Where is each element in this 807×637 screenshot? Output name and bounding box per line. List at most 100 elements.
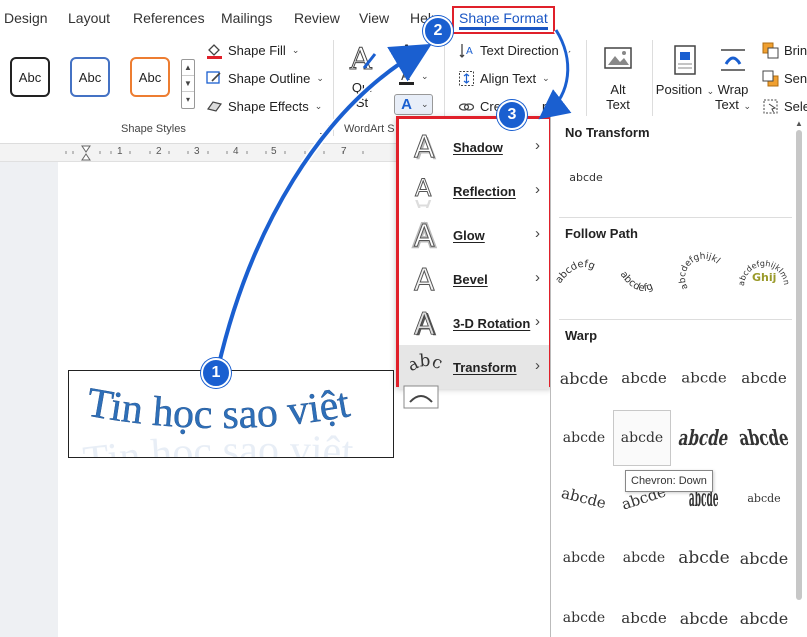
menu-item-reflection[interactable]: AA Reflection › <box>399 169 549 213</box>
text-fill-button[interactable]: A <box>398 40 415 57</box>
wrap-text-label-2: Text ⌄ <box>714 97 751 112</box>
chevron-down-icon: ⌄ <box>542 73 550 83</box>
quick-styles-button[interactable]: A Qui St <box>344 42 380 110</box>
tab-references[interactable]: References <box>133 10 205 26</box>
ruler-number: 6 <box>310 146 316 157</box>
warp-heading: Warp <box>565 328 598 343</box>
wordart-text-box[interactable]: Tin học sao việt Tin học sao việt <box>68 370 394 458</box>
warp-circle[interactable]: abcde <box>675 410 733 466</box>
position-icon <box>669 44 701 76</box>
warp-circle-pour[interactable]: abcde <box>735 470 793 526</box>
shape-effects-label: Shape Effects <box>228 99 309 114</box>
warp-chevron-up[interactable]: abcde <box>735 350 793 406</box>
text-fill-a-icon: A <box>401 40 412 57</box>
bring-forward-button[interactable]: Bring <box>762 42 807 59</box>
follow-path-arch-up[interactable]: abcdefg <box>555 248 613 304</box>
3d-rotation-label: 3-D Rotation <box>453 315 531 331</box>
wrap-text-button[interactable]: Wrap Text ⌄ <box>713 44 753 114</box>
text-direction-icon: A <box>458 42 475 59</box>
swatch-label: Abc <box>18 69 42 85</box>
ruler-number: 4 <box>233 146 239 157</box>
create-link-label-suffix: nk <box>541 99 556 114</box>
position-button[interactable]: Position ⌄ <box>656 44 714 99</box>
tab-view[interactable]: View <box>359 10 389 26</box>
warp-arch-down[interactable]: abcde <box>555 470 613 526</box>
gallery-scrollbar[interactable]: ▲ <box>792 116 807 637</box>
shape-styles-gallery-scroll[interactable]: ▲ ▼ ▾ <box>181 59 195 109</box>
warp-inflate[interactable]: abcde <box>555 530 613 586</box>
warp-ring-inside[interactable]: abcde <box>735 410 793 466</box>
shape-style-swatch-black[interactable]: Abc <box>10 57 50 97</box>
menu-item-glow[interactable]: AA Glow › <box>399 213 549 257</box>
svg-text:A: A <box>414 263 435 296</box>
svg-text:A: A <box>414 219 435 252</box>
warp-square[interactable]: abcde <box>555 350 613 406</box>
alt-text-icon <box>602 44 634 76</box>
chevron-right-icon: › <box>535 181 540 198</box>
tab-layout[interactable]: Layout <box>68 10 110 26</box>
warp-deflate-inflate-deflate[interactable]: abcde <box>735 590 793 637</box>
shape-fill-button[interactable]: Shape Fill ⌄ <box>206 42 299 59</box>
text-direction-button[interactable]: A Text Direction ⌄ <box>458 42 572 59</box>
svg-text:A: A <box>414 307 435 340</box>
alt-text-button[interactable]: Alt Text <box>599 44 637 112</box>
gallery-up-icon[interactable]: ▲ <box>182 60 194 76</box>
scroll-up-icon[interactable]: ▲ <box>795 119 803 128</box>
send-backward-button[interactable]: Send <box>762 70 807 87</box>
scroll-thumb[interactable] <box>796 130 802 600</box>
dialog-launcher-icon[interactable] <box>320 125 329 134</box>
warp-chevron-left[interactable]: abcde <box>555 410 613 466</box>
link-icon <box>458 98 475 115</box>
no-transform-option[interactable]: abcde <box>557 149 615 205</box>
shape-effects-button[interactable]: Shape Effects ⌄ <box>206 98 322 115</box>
bevel-a-icon: A <box>409 261 445 297</box>
align-text-label: Align Text <box>480 71 537 86</box>
menu-item-bevel[interactable]: A Bevel › <box>399 257 549 301</box>
step-badge-2: 2 <box>423 16 453 46</box>
shape-style-swatch-blue[interactable]: Abc <box>70 57 110 97</box>
follow-path-button[interactable]: abcdefghijklmnopGhij <box>735 248 793 304</box>
warp-deflate[interactable]: abcde <box>615 530 673 586</box>
selection-pane-icon <box>762 98 779 115</box>
wordart-shape: Tin học sao việt Tin học sao việt <box>81 379 355 457</box>
follow-path-circle[interactable]: abcdefghijkl <box>675 248 733 304</box>
reflection-a-icon: AA <box>409 173 445 209</box>
chevron-down-icon: ⌄ <box>421 99 429 109</box>
tab-review[interactable]: Review <box>294 10 340 26</box>
ruler-number: 7 <box>341 146 347 157</box>
gallery-down-icon[interactable]: ▼ <box>182 76 194 92</box>
shape-outline-button[interactable]: Shape Outline ⌄ <box>206 70 324 87</box>
warp-triangle-up[interactable]: abcde <box>615 350 673 406</box>
follow-path-heading: Follow Path <box>565 226 638 241</box>
shape-style-swatch-orange[interactable]: Abc <box>130 57 170 97</box>
send-backward-icon <box>762 70 779 87</box>
menu-item-shadow[interactable]: AA Shadow › <box>399 125 549 169</box>
text-outline-button[interactable]: A ⌄ <box>398 68 429 85</box>
warp-deflate-top[interactable]: abcde <box>615 590 673 637</box>
shape-format-highlight-box <box>452 6 555 34</box>
warp-triangle-down[interactable]: abcde <box>675 350 733 406</box>
warp-deflate-bottom[interactable]: abcde <box>735 530 793 586</box>
gallery-more-icon[interactable]: ▾ <box>182 92 194 108</box>
bring-forward-icon <box>762 42 779 59</box>
tab-design[interactable]: Design <box>4 10 48 26</box>
warp-deflate-inflate[interactable]: abcde <box>675 590 733 637</box>
step-badge-1: 1 <box>201 358 231 388</box>
menu-item-transform[interactable]: abc Transform › <box>399 345 549 389</box>
menu-item-3d-rotation[interactable]: AA 3-D Rotation › <box>399 301 549 345</box>
text-effects-button[interactable]: A ⌄ <box>394 94 433 115</box>
glow-label: Glow <box>453 227 485 243</box>
transform-label: Transform <box>453 359 517 375</box>
warp-inflate-bottom[interactable]: abcde <box>675 530 733 586</box>
follow-path-arch-down[interactable]: abcdefg <box>615 248 673 304</box>
swatch-label: Abc <box>138 69 162 85</box>
warp-inflate-top[interactable]: abcde <box>555 590 613 637</box>
svg-text:abc: abc <box>410 351 444 376</box>
tab-mailings[interactable]: Mailings <box>221 10 272 26</box>
shape-styles-group-label: Shape Styles <box>121 123 186 135</box>
selection-pane-button[interactable]: Sele <box>762 98 807 115</box>
text-outline-a-icon: A <box>398 68 415 85</box>
shadow-a-icon: AA <box>409 129 445 165</box>
warp-chevron-down[interactable]: abcde <box>613 410 671 466</box>
align-text-button[interactable]: Align Text ⌄ <box>458 70 550 87</box>
